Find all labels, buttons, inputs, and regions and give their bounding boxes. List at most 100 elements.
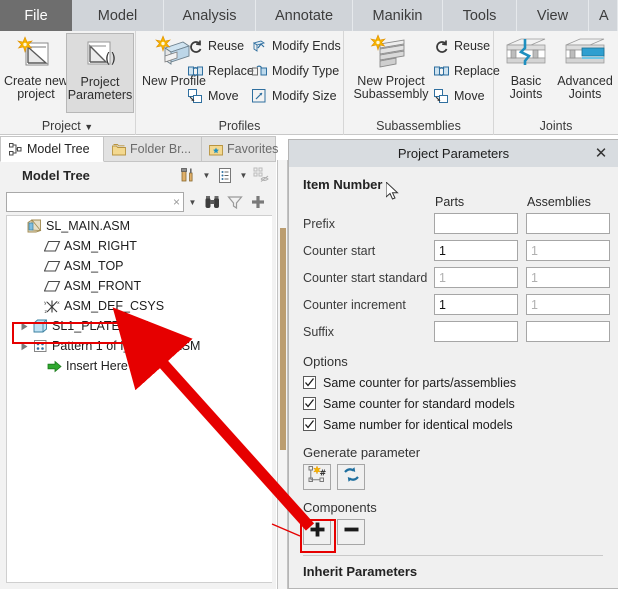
minus-icon	[343, 521, 360, 543]
profiles-modify-ends-button[interactable]: Modify Ends	[250, 37, 341, 55]
tab-model-tree-label: Model Tree	[27, 142, 90, 156]
dialog-scrollbar-thumb[interactable]	[280, 228, 286, 450]
modify-ends-icon	[250, 37, 268, 55]
refresh-parameter-button[interactable]	[337, 464, 365, 490]
remove-component-button[interactable]	[337, 519, 365, 545]
row-counter-start-standard: Counter start standard	[303, 265, 618, 290]
tab-folder-browser[interactable]: Folder Br...	[104, 136, 202, 162]
row-counter-start-standard-label: Counter start standard	[303, 270, 428, 285]
ribbon-group-project-label[interactable]: Project ▼	[0, 119, 135, 133]
basic-joints-button[interactable]: Basic Joints	[498, 33, 554, 113]
model-tree-title: Model Tree	[22, 168, 90, 183]
search-input[interactable]	[7, 193, 165, 211]
subassembly-replace-label: Replace	[454, 64, 500, 78]
tree-item-label: ASM_FRONT	[64, 279, 142, 293]
option-same-counter-parts-assemblies[interactable]: Same counter for parts/assemblies	[303, 372, 618, 393]
tree-item-asm-right[interactable]: ASM_RIGHT	[7, 236, 272, 256]
plus-icon[interactable]	[248, 192, 268, 212]
tree-item-asm-top[interactable]: ASM_TOP	[7, 256, 272, 276]
tree-item-asm-def-csys[interactable]: yzx ASM_DEF_CSYS	[7, 296, 272, 316]
row-counter-increment: Counter increment	[303, 292, 618, 317]
insert-here-arrow-icon	[45, 358, 64, 374]
subassembly-move-button[interactable]: Move	[432, 87, 485, 105]
dialog-content: Item Number Parts Assemblies Prefix Coun…	[289, 167, 618, 579]
ribbon-tab-manikin[interactable]: Manikin	[353, 0, 443, 31]
settings-tools-icon[interactable]	[178, 166, 198, 186]
checkbox[interactable]	[303, 376, 316, 389]
suffix-parts-input[interactable]	[434, 321, 518, 342]
search-input-wrapper[interactable]: ×	[6, 192, 184, 212]
ribbon-tab-annotate[interactable]: Annotate	[256, 0, 353, 31]
option-label: Same counter for parts/assemblies	[323, 375, 517, 390]
subassembly-replace-button[interactable]: Replace	[432, 62, 500, 80]
ribbon-tab-view-label: View	[536, 7, 569, 24]
counter-increment-assemblies-input[interactable]	[526, 294, 610, 315]
ribbon-tab-view[interactable]: View	[517, 0, 589, 31]
counter-start-standard-parts-input[interactable]	[434, 267, 518, 288]
profiles-replace-button[interactable]: Replace	[186, 62, 254, 80]
components-section-title: Components	[303, 500, 377, 515]
profiles-modify-size-button[interactable]: Modify Size	[250, 87, 337, 105]
profiles-move-button[interactable]: Move	[186, 87, 239, 105]
prefix-parts-input[interactable]	[434, 213, 518, 234]
move-icon	[186, 87, 204, 105]
reuse-icon	[186, 37, 204, 55]
checkbox[interactable]	[303, 397, 316, 410]
checkbox[interactable]	[303, 418, 316, 431]
ribbon-tab-model[interactable]: Model	[72, 0, 164, 31]
chevron-down-icon[interactable]: ▼	[200, 166, 213, 186]
project-parameters-dialog: Project Parameters ✕ Item Number Parts A…	[288, 139, 618, 589]
display-list-icon[interactable]	[215, 166, 235, 186]
option-same-counter-standard-models[interactable]: Same counter for standard models	[303, 393, 618, 414]
ribbon-tab-file[interactable]: File	[0, 0, 72, 31]
suffix-assemblies-input[interactable]	[526, 321, 610, 342]
generate-parameter-button[interactable]: #	[303, 464, 331, 490]
chevron-down-icon[interactable]: ▼	[186, 192, 199, 212]
tree-item-insert-here[interactable]: Insert Here	[7, 356, 272, 376]
create-new-project-button[interactable]: Create new project	[2, 33, 70, 113]
tab-model-tree[interactable]: Model Tree	[0, 136, 104, 162]
dialog-scrollbar[interactable]	[277, 160, 288, 589]
tree-filter-hide-icon[interactable]	[252, 166, 272, 186]
subassembly-reuse-label: Reuse	[454, 39, 491, 53]
ribbon-group-profiles: New Profile Reuse Replace Move Modify En…	[136, 31, 344, 135]
counter-increment-parts-input[interactable]	[434, 294, 518, 315]
counter-start-assemblies-input[interactable]	[526, 240, 610, 261]
option-same-number-identical-models[interactable]: Same number for identical models	[303, 414, 618, 435]
close-icon[interactable]: ✕	[592, 144, 610, 162]
svg-text:x: x	[57, 301, 60, 306]
ribbon-tab-tools-label: Tools	[462, 7, 497, 24]
ribbon-tab-applications[interactable]: A	[589, 0, 618, 31]
prefix-assemblies-input[interactable]	[526, 213, 610, 234]
clear-search-icon[interactable]: ×	[173, 195, 180, 209]
ribbon-group-project-title: Project	[41, 119, 81, 133]
tree-item-sl-main-asm[interactable]: SL_MAIN.ASM	[7, 216, 272, 236]
profiles-reuse-button[interactable]: Reuse	[186, 37, 244, 55]
row-prefix: Prefix	[303, 211, 618, 236]
chevron-down-icon[interactable]: ▼	[84, 122, 93, 132]
ribbon-tab-tools[interactable]: Tools	[443, 0, 517, 31]
chevron-down-icon[interactable]: ▼	[237, 166, 250, 186]
profiles-modify-type-button[interactable]: Modify Type	[250, 62, 339, 80]
counter-start-parts-input[interactable]	[434, 240, 518, 261]
project-parameters-button[interactable]: () Project Parameters	[66, 33, 134, 113]
find-binoculars-icon[interactable]	[202, 192, 222, 212]
tree-item-label: SL_MAIN.ASM	[46, 219, 131, 233]
advanced-joints-button[interactable]: Advanced Joints	[554, 33, 616, 113]
assembly-icon	[25, 218, 44, 234]
filter-funnel-icon[interactable]	[225, 192, 245, 212]
model-tree-list[interactable]: SL_MAIN.ASM ASM_RIGHT ASM_TOP ASM_FRONT …	[6, 215, 272, 583]
subassembly-reuse-button[interactable]: Reuse	[432, 37, 490, 55]
new-project-subassembly-button[interactable]: New Project Subassembly	[348, 33, 434, 113]
ribbon-group-project: Create new project () Project Parameters	[0, 31, 136, 135]
ribbon-tab-bar: File Model Analysis Annotate Manikin Too…	[0, 0, 618, 31]
tab-favorites[interactable]: Favorites	[202, 136, 278, 162]
ribbon-group-joints: Basic Joints Advanced Joints Joints	[494, 31, 618, 135]
tree-item-asm-front[interactable]: ASM_FRONT	[7, 276, 272, 296]
ribbon-tab-analysis[interactable]: Analysis	[164, 0, 256, 31]
profiles-reuse-label: Reuse	[208, 39, 245, 53]
counter-start-standard-assemblies-input[interactable]	[526, 267, 610, 288]
dialog-title-label: Project Parameters	[397, 146, 510, 161]
ribbon-group-subassemblies: New Project Subassembly Reuse Replace Mo…	[344, 31, 500, 135]
ribbon-tab-annotate-label: Annotate	[274, 7, 334, 24]
